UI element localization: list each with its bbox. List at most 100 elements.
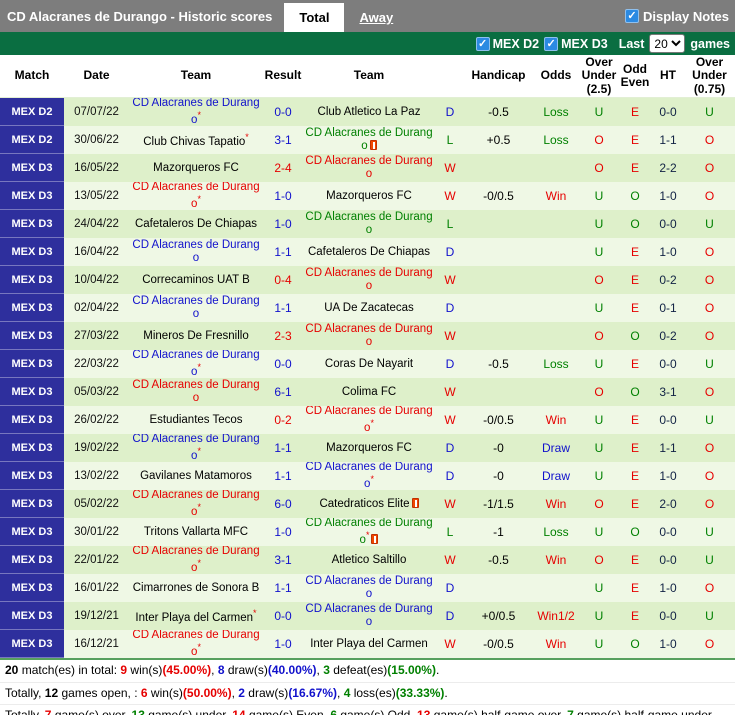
half-time-score: 0-0	[659, 553, 677, 567]
over-under-2-5: U	[594, 609, 604, 623]
odd-even: E	[630, 413, 639, 427]
result-letter: L	[446, 133, 454, 147]
match-score: 0-4	[274, 273, 292, 287]
half-time-score: 1-0	[659, 581, 677, 595]
home-team: CD Alacranes de Durango*	[132, 490, 260, 518]
league-badge: MEX D3	[0, 602, 64, 630]
last-games-select[interactable]: 20	[649, 34, 686, 53]
league-badge: MEX D3	[0, 154, 64, 182]
odds-result	[532, 154, 580, 182]
odd-even: E	[630, 273, 639, 287]
over-under-0-75: U	[705, 105, 714, 119]
mex-d2-checkbox[interactable]: ✓	[475, 36, 490, 51]
team-note-star: *	[197, 642, 201, 653]
home-team: Correcaminos UAT B	[142, 273, 250, 286]
summary-line: 20 match(es) in total: 9 win(s)(45.00%),…	[0, 660, 735, 683]
half-time-score: 0-2	[659, 329, 677, 343]
match-score: 1-1	[274, 469, 292, 483]
match-row: MEX D3 05/03/22 CD Alacranes de Durango 6-1…	[0, 378, 735, 406]
half-time-score: 1-1	[659, 133, 677, 147]
handicap-value: -0	[493, 441, 504, 455]
odd-even: O	[630, 217, 640, 231]
over-under-0-75: O	[704, 441, 715, 455]
home-team: CD Alacranes de Durango*	[132, 98, 260, 126]
result-letter: D	[445, 581, 455, 595]
over-under-0-75: U	[705, 553, 714, 567]
page: CD Alacranes de Durango - Historic score…	[0, 0, 735, 715]
display-notes-toggle[interactable]: ✓ Display Notes	[625, 0, 735, 32]
topbar: CD Alacranes de Durango - Historic score…	[0, 0, 735, 32]
match-date: 19/12/21	[74, 610, 119, 622]
tab-away[interactable]: Away	[344, 3, 408, 32]
home-team: CD Alacranes de Durango	[132, 379, 260, 404]
league-badge: MEX D3	[0, 350, 64, 378]
handicap-value	[465, 238, 532, 266]
half-time-score: 0-0	[659, 609, 677, 623]
team-note-star: *	[197, 362, 201, 373]
match-row: MEX D3 05/02/22 CD Alacranes de Durango* 6-…	[0, 490, 735, 518]
away-team: CD Alacranes de Durango	[305, 575, 433, 600]
home-team: CD Alacranes de Durango	[132, 295, 260, 320]
handicap-value	[465, 154, 532, 182]
match-date: 16/01/22	[74, 582, 119, 594]
match-score: 6-0	[274, 497, 292, 511]
league-badge: MEX D3	[0, 322, 64, 350]
match-date: 05/02/22	[74, 498, 119, 510]
result-letter: W	[444, 637, 456, 651]
over-under-0-75: O	[704, 161, 715, 175]
match-score: 6-1	[274, 385, 292, 399]
home-team: CD Alacranes de Durango*	[132, 434, 260, 462]
odd-even: E	[630, 245, 639, 259]
filter-mex-d2[interactable]: ✓ MEX D2	[475, 36, 539, 51]
away-team: CD Alacranes de Durango	[305, 155, 433, 180]
summary-footer: 20 match(es) in total: 9 win(s)(45.00%),…	[0, 658, 735, 715]
filter-mex-d3[interactable]: ✓ MEX D3	[544, 36, 608, 51]
mex-d3-label: MEX D3	[561, 36, 608, 51]
handicap-value: -0.5	[488, 357, 509, 371]
over-under-2-5: U	[594, 637, 604, 651]
column-header: Over Under (2.5)	[581, 54, 617, 96]
result-letter: W	[444, 329, 456, 343]
half-time-score: 0-0	[659, 525, 677, 539]
team-note-star: *	[197, 502, 201, 513]
odd-even: O	[630, 637, 640, 651]
match-score: 1-1	[274, 301, 292, 315]
home-team: Cimarrones de Sonora B	[132, 581, 260, 594]
league-badge: MEX D3	[0, 434, 64, 462]
display-notes-checkbox[interactable]: ✓	[625, 9, 640, 23]
team-note-star: *	[370, 474, 374, 485]
handicap-value: -0/0.5	[483, 637, 514, 651]
odd-even: E	[630, 105, 639, 119]
column-header	[435, 55, 465, 97]
half-time-score: 1-1	[659, 441, 677, 455]
half-time-score: 0-0	[659, 357, 677, 371]
away-team: Catedraticos Elite	[303, 490, 435, 518]
league-badge: MEX D3	[0, 294, 64, 322]
odds-result	[532, 266, 580, 294]
mex-d3-checkbox[interactable]: ✓	[544, 36, 559, 51]
tab-total[interactable]: Total	[284, 3, 345, 32]
half-time-score: 1-0	[659, 637, 677, 651]
filter-bar: ✓ MEX D2 ✓ MEX D3 Last 20 games	[0, 32, 735, 55]
away-team: Mazorqueros FC	[326, 441, 412, 454]
half-time-score: 2-2	[659, 161, 677, 175]
column-header: Handicap	[471, 68, 526, 83]
match-date: 16/04/22	[74, 246, 119, 258]
match-score: 0-0	[274, 357, 292, 371]
league-badge: MEX D3	[0, 574, 64, 602]
away-team: Atletico Saltillo	[331, 553, 407, 566]
match-row: MEX D2 30/06/22 Club Chivas Tapatio* 3-1 CD …	[0, 126, 735, 154]
league-badge: MEX D3	[0, 182, 64, 210]
home-team: Estudiantes Tecos	[149, 413, 243, 426]
match-row: MEX D3 19/12/21 Inter Playa del Carmen* 0-0…	[0, 602, 735, 630]
home-team: CD Alacranes de Durango*	[132, 182, 260, 210]
match-row: MEX D3 16/05/22 Mazorqueros FC 2-4 CD Alacra…	[0, 154, 735, 182]
away-team: Coras De Nayarit	[324, 357, 414, 370]
home-team: CD Alacranes de Durango*	[132, 350, 260, 378]
over-under-2-5: U	[594, 217, 604, 231]
result-letter: D	[445, 357, 455, 371]
match-row: MEX D2 07/07/22 CD Alacranes de Durango* 0-…	[0, 98, 735, 126]
odd-even: E	[630, 581, 639, 595]
match-row: MEX D3 24/04/22 Cafetaleros De Chiapas 1-0 C…	[0, 210, 735, 238]
